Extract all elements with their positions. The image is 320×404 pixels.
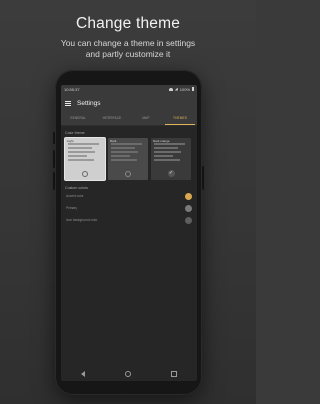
color-setting-primary[interactable]: Primary xyxy=(61,202,197,214)
check-icon: ✓ xyxy=(167,170,175,177)
color-swatch xyxy=(185,216,192,224)
promo-subtitle-line-1: You can change a theme in settings xyxy=(60,38,196,48)
phone-screen: 10:55:37 100% Settings GENERAL INTERFACE… xyxy=(61,85,197,381)
theme-preview xyxy=(68,143,102,168)
color-swatch xyxy=(185,192,192,200)
battery-icon xyxy=(192,87,194,91)
battery-percent: 100% xyxy=(179,86,190,92)
menu-icon[interactable] xyxy=(65,100,71,106)
theme-option-dark-orange[interactable]: Dark orange ✓ xyxy=(151,138,191,180)
phone-power-button xyxy=(202,166,204,190)
promo-title: Change theme xyxy=(75,15,181,32)
app-bar: Settings xyxy=(61,93,197,113)
settings-tabs: GENERAL INTERFACE MAP THEMES xyxy=(61,113,197,126)
status-icons: 100% xyxy=(168,86,194,92)
status-bar: 10:55:37 100% xyxy=(61,85,197,93)
home-icon[interactable] xyxy=(125,371,131,377)
tab-general[interactable]: GENERAL xyxy=(61,113,95,125)
color-setting-icon-background[interactable]: Icon background color xyxy=(61,214,197,226)
wifi-icon xyxy=(168,87,173,91)
page-title: Settings xyxy=(77,99,101,107)
unselected-radio-icon xyxy=(82,171,88,177)
status-time: 10:55:37 xyxy=(64,86,80,92)
signal-icon xyxy=(174,87,178,91)
theme-preview xyxy=(154,143,188,168)
unselected-radio-icon xyxy=(125,171,131,177)
theme-options: Light Dark Dark orange ✓ xyxy=(61,135,197,180)
theme-option-dark[interactable]: Dark xyxy=(108,138,148,180)
tab-map[interactable]: MAP xyxy=(129,113,163,125)
promo-subtitle-line-2: and partly customize it xyxy=(85,49,171,59)
color-setting-label: Icon background color xyxy=(66,218,98,222)
back-icon[interactable] xyxy=(81,371,85,377)
promo-page: Change theme You can change a theme in s… xyxy=(0,0,256,404)
promo-subtitle: You can change a theme in settings and p… xyxy=(0,38,256,60)
theme-option-light[interactable]: Light xyxy=(65,138,105,180)
theme-preview xyxy=(111,143,145,168)
color-setting-label: Accent color xyxy=(66,194,84,198)
recents-icon[interactable] xyxy=(171,371,177,377)
color-swatch xyxy=(185,204,192,212)
tab-themes[interactable]: THEMES xyxy=(163,113,197,125)
color-setting-accent[interactable]: Accent color xyxy=(61,190,197,202)
color-setting-label: Primary xyxy=(66,206,77,210)
system-nav-bar xyxy=(61,367,197,381)
tab-interface[interactable]: INTERFACE xyxy=(95,113,129,125)
